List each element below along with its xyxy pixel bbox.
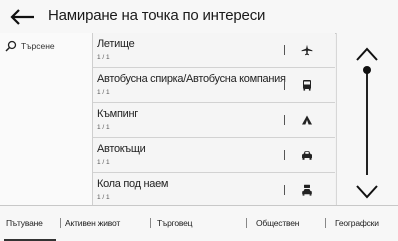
chevron-up-icon[interactable]	[354, 45, 380, 63]
search-icon	[5, 40, 17, 52]
tab-travel[interactable]: Пътуване	[6, 218, 43, 228]
list-item-count: 1 / 1	[97, 124, 110, 131]
list-item-name: Къмпинг	[97, 108, 138, 120]
list-item-car-rental[interactable]: Кола под наем 1 / 1	[93, 173, 335, 208]
tab-separator	[150, 218, 151, 228]
car-rental-icon	[302, 184, 312, 196]
car-icon	[302, 151, 312, 160]
bus-icon	[303, 80, 311, 91]
list-item-car-dealers[interactable]: Автокъщи 1 / 1	[93, 138, 335, 173]
search-label: Търсене	[21, 41, 55, 51]
divider	[284, 80, 285, 90]
list-item-name: Летище	[97, 38, 135, 50]
poi-category-list: Летище 1 / 1 Автобусна спирка/Автобусна …	[93, 33, 335, 208]
divider	[284, 45, 285, 55]
list-item-name: Кола под наем	[97, 178, 169, 190]
back-arrow-icon[interactable]	[6, 4, 38, 30]
list-item-count: 1 / 1	[97, 194, 110, 201]
search-panel[interactable]: Търсене	[0, 33, 93, 205]
list-item-camping[interactable]: Къмпинг 1 / 1	[93, 103, 335, 138]
airplane-icon	[301, 44, 313, 56]
list-item-name: Автобусна спирка/Автобусна компания	[97, 73, 286, 85]
list-item-bus[interactable]: Автобусна спирка/Автобусна компания 1 / …	[93, 68, 335, 103]
tent-icon	[302, 115, 312, 125]
category-tabs: Пътуване Активен живот Търговец Обществе…	[0, 205, 398, 241]
list-item-count: 1 / 1	[97, 54, 110, 61]
list-item-count: 1 / 1	[97, 159, 110, 166]
scroll-thumb[interactable]	[363, 66, 371, 74]
tab-merchant[interactable]: Търговец	[157, 218, 192, 228]
tab-separator	[60, 218, 61, 228]
chevron-down-icon[interactable]	[354, 183, 380, 201]
scroll-track[interactable]	[366, 71, 368, 175]
tab-geographic[interactable]: Географски	[335, 218, 379, 228]
list-item-airport[interactable]: Летище 1 / 1	[93, 33, 335, 68]
divider	[284, 115, 285, 125]
divider	[284, 150, 285, 160]
header-bar: Намиране на точка по интереси	[0, 0, 398, 34]
scrollbar[interactable]	[336, 33, 398, 205]
tab-active-life[interactable]: Активен живот	[65, 218, 120, 228]
tab-separator	[325, 218, 326, 228]
divider	[284, 185, 285, 195]
list-item-name: Автокъщи	[97, 143, 146, 155]
list-item-count: 1 / 1	[97, 89, 110, 96]
page-title: Намиране на точка по интереси	[48, 7, 266, 24]
tab-public[interactable]: Обществен	[256, 218, 299, 228]
tab-separator	[246, 218, 247, 228]
